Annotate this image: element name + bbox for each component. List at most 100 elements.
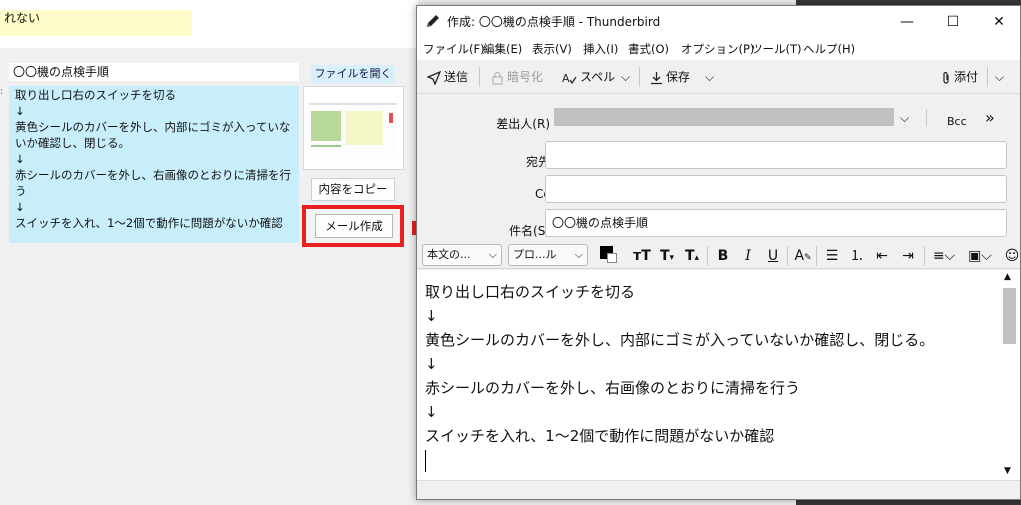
emoji-icon[interactable]: ☺: [1001, 245, 1020, 267]
note-text: れない: [0, 10, 192, 36]
close-icon: ✕: [993, 14, 1005, 30]
menu-help[interactable]: ヘルプ(H): [803, 38, 855, 60]
header-separator: [926, 109, 927, 127]
compose-toolbar: 送信 暗号化 A スペル ⌵ 保存 ⌵ 添付 ⌵: [417, 60, 1020, 94]
save-button[interactable]: 保存: [650, 66, 690, 88]
thumbnail-image: [309, 101, 397, 154]
to-input[interactable]: [545, 141, 1007, 169]
italic-icon[interactable]: I: [737, 245, 759, 267]
more-headers-icon[interactable]: »: [985, 108, 995, 127]
title-bar[interactable]: 作成: 〇〇機の点検手順 - Thunderbird — ☐ ✕: [417, 6, 1020, 38]
send-button[interactable]: 送信: [426, 66, 469, 88]
font-select-label: プロ...ル: [513, 248, 557, 261]
maximize-button[interactable]: ☐: [930, 6, 976, 38]
chevron-down-icon: ⌵: [621, 70, 631, 84]
copy-content-button[interactable]: 内容をコピー: [311, 178, 395, 201]
paperclip-icon: [943, 71, 949, 84]
message-headers: 差出人(R) ⌵ Bcc » 宛先 Cc 件名(S) 〇〇機の点検手順: [417, 94, 1020, 243]
from-label: 差出人(R): [496, 117, 550, 131]
window-title: 作成: 〇〇機の点検手順 - Thunderbird: [447, 15, 661, 29]
align-icon[interactable]: ≡⌵: [929, 245, 959, 267]
message-body-editor[interactable]: 取り出し口右のスイッチを切る ↓ 黄色シールのカバーを外し、内部にゴミが入ってい…: [417, 270, 999, 480]
subject-label: 件名(S): [509, 224, 550, 238]
thumb-mark: [389, 113, 393, 123]
menu-edit[interactable]: 編集(E): [483, 38, 522, 60]
chevron-down-icon: ⌵: [488, 248, 497, 261]
procedure-text-area[interactable]: 取り出し口右のスイッチを切る ↓ 黄色シールのカバーを外し、内部にゴミが入ってい…: [9, 86, 299, 243]
menu-options[interactable]: オプション(P): [681, 38, 754, 60]
status-bar: [417, 480, 1020, 499]
menu-file[interactable]: ファイル(F): [423, 38, 485, 60]
underline-icon[interactable]: U: [762, 245, 784, 267]
spell-label: スペル: [580, 70, 616, 84]
bold-icon[interactable]: B: [712, 245, 734, 267]
pencil-icon: [427, 15, 439, 27]
compose-mail-button[interactable]: メール作成: [315, 214, 393, 238]
bcc-button[interactable]: Bcc: [947, 115, 967, 128]
scrollbar-thumb[interactable]: [1003, 288, 1016, 344]
encrypt-label: 暗号化: [507, 70, 544, 84]
body-scrollbar[interactable]: ▲ ▼: [999, 270, 1020, 480]
encrypt-button[interactable]: 暗号化: [491, 66, 543, 88]
attach-dropdown[interactable]: ⌵: [995, 66, 1004, 88]
maximize-icon: ☐: [946, 14, 960, 30]
format-separator: [787, 246, 788, 266]
toolbar-separator: [639, 67, 640, 87]
minimize-icon: —: [900, 14, 914, 30]
attach-label: 添付: [954, 70, 979, 84]
thumb-block: [311, 111, 341, 141]
from-dropdown-icon[interactable]: ⌵: [900, 111, 909, 126]
chevron-down-icon: ⌵: [705, 70, 715, 84]
message-body-text: 取り出し口右のスイッチを切る ↓ 黄色シールのカバーを外し、内部にゴミが入ってい…: [425, 283, 935, 445]
indent-icon[interactable]: ⇥: [897, 245, 919, 267]
attach-button[interactable]: 添付: [941, 66, 978, 88]
menu-format[interactable]: 書式(O): [628, 38, 669, 60]
toolbar-separator: [479, 67, 480, 87]
spell-button[interactable]: A スペル: [562, 66, 615, 88]
from-select[interactable]: [554, 108, 894, 126]
cc-input[interactable]: [545, 175, 1007, 203]
text-caret: [425, 449, 426, 472]
thumb-line: [311, 145, 341, 147]
svg-text:A: A: [562, 72, 570, 85]
formatting-toolbar: 本文の... ⌵ プロ...ル ⌵ ᴛT T▾ T▴ B I U A✎ ☰ ⒈ ⇤ …: [417, 243, 1020, 269]
format-separator: [924, 246, 925, 266]
subject-input[interactable]: 〇〇機の点検手順: [545, 209, 1007, 237]
text-style-icon[interactable]: A✎: [792, 245, 814, 267]
save-dropdown[interactable]: ⌵: [705, 66, 714, 88]
menu-tools[interactable]: ツール(T): [751, 38, 802, 60]
menu-bar: ファイル(F) 編集(E) 表示(V) 挿入(I) 書式(O) オプション(P)…: [417, 38, 1020, 60]
open-file-button[interactable]: ファイルを開く: [311, 65, 395, 83]
font-larger-icon[interactable]: T▴: [681, 245, 703, 267]
outdent-icon[interactable]: ⇤: [871, 245, 893, 267]
chevron-down-icon: ⌵: [574, 248, 583, 261]
font-size-reset-icon[interactable]: ᴛT: [631, 245, 653, 267]
background-color-swatch: [607, 253, 617, 263]
scroll-down-icon[interactable]: ▼: [1004, 466, 1011, 476]
scroll-up-icon[interactable]: ▲: [1004, 272, 1011, 282]
menu-insert[interactable]: 挿入(I): [583, 38, 618, 60]
title-input[interactable]: 〇〇機の点検手順: [9, 63, 299, 81]
format-separator: [816, 246, 817, 266]
chevron-down-icon: ⌵: [995, 70, 1005, 84]
compose-window: 作成: 〇〇機の点検手順 - Thunderbird — ☐ ✕ ファイル(F)…: [416, 5, 1021, 500]
text-color-icon[interactable]: [596, 245, 618, 267]
paragraph-format-select[interactable]: 本文の... ⌵: [422, 244, 502, 266]
font-select[interactable]: プロ...ル ⌵: [508, 244, 588, 266]
menu-view[interactable]: 表示(V): [532, 38, 572, 60]
spellcheck-icon: A: [562, 72, 577, 85]
font-smaller-icon[interactable]: T▾: [656, 245, 678, 267]
spell-dropdown[interactable]: ⌵: [621, 66, 630, 88]
download-icon: [651, 71, 662, 84]
edge-mark: :: [0, 87, 4, 97]
minimize-button[interactable]: —: [884, 6, 930, 38]
insert-image-icon[interactable]: ▣⌵: [965, 245, 995, 267]
numbered-list-icon[interactable]: ⒈: [846, 245, 868, 267]
send-label: 送信: [444, 70, 469, 84]
send-icon: [426, 70, 442, 86]
toolbar-separator: [987, 67, 988, 87]
image-thumbnail[interactable]: [303, 86, 404, 170]
lock-icon: [492, 71, 503, 84]
bullet-list-icon[interactable]: ☰: [821, 245, 843, 267]
close-button[interactable]: ✕: [976, 6, 1020, 38]
